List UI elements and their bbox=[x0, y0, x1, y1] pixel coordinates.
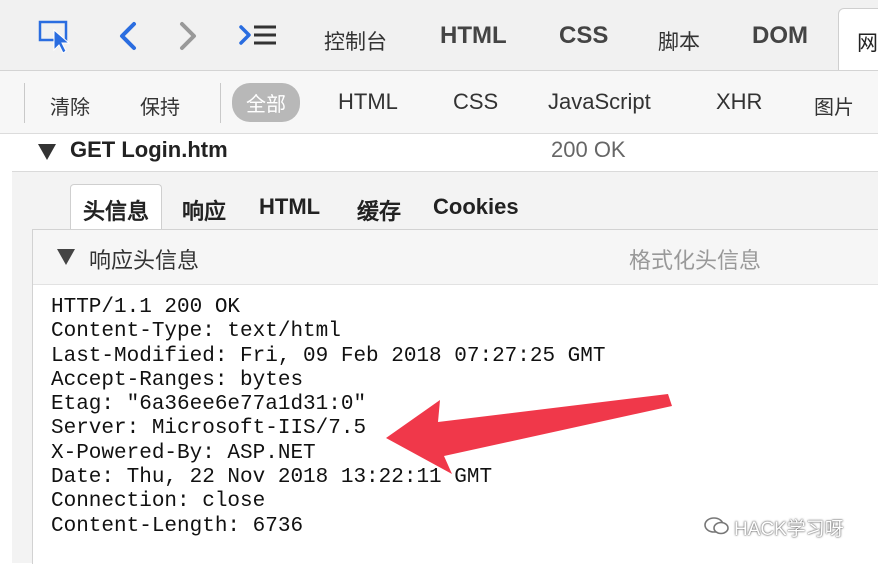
header-line: Content-Type: text/html bbox=[51, 320, 341, 344]
clear-button[interactable]: 清除 bbox=[50, 91, 90, 120]
tab-script[interactable]: 脚本 bbox=[658, 26, 700, 56]
request-status: 200 OK bbox=[551, 137, 626, 162]
wechat-icon bbox=[704, 517, 729, 535]
command-line-icon[interactable] bbox=[236, 16, 276, 56]
separator bbox=[220, 83, 221, 123]
request-row[interactable]: GET Login.htm 200 OK bbox=[0, 134, 878, 170]
tab-response[interactable]: 响应 bbox=[182, 194, 226, 226]
header-line: Content-Length: 6736 bbox=[51, 514, 304, 538]
filter-javascript[interactable]: JavaScript bbox=[548, 89, 651, 115]
tab-headers[interactable]: 头信息 bbox=[70, 184, 163, 230]
response-headers-section[interactable]: 响应头信息 格式化头信息 bbox=[33, 230, 878, 285]
tab-detail-html[interactable]: HTML bbox=[259, 194, 320, 220]
tab-cache[interactable]: 缓存 bbox=[357, 194, 401, 226]
tab-dom[interactable]: DOM bbox=[752, 22, 808, 50]
tab-cookies[interactable]: Cookies bbox=[433, 194, 519, 220]
section-title: 响应头信息 bbox=[89, 248, 200, 273]
request-name: GET Login.htm bbox=[70, 137, 228, 162]
filter-all[interactable]: 全部 bbox=[232, 83, 300, 122]
expand-triangle-icon[interactable] bbox=[38, 144, 56, 160]
format-headers-link[interactable]: 格式化头信息 bbox=[629, 243, 761, 275]
devtools-toolbar: 控制台 HTML CSS 脚本 DOM 网 bbox=[0, 0, 878, 71]
header-line: Last-Modified: Fri, 09 Feb 2018 07:27:25… bbox=[51, 344, 606, 368]
header-line: HTTP/1.1 200 OK bbox=[51, 296, 241, 319]
collapse-triangle-icon[interactable] bbox=[57, 249, 75, 265]
header-line: Connection: close bbox=[51, 490, 266, 514]
back-chevron-icon[interactable] bbox=[110, 16, 150, 56]
filter-xhr[interactable]: XHR bbox=[716, 89, 762, 115]
inspect-element-icon[interactable] bbox=[38, 16, 78, 56]
filter-html[interactable]: HTML bbox=[338, 89, 398, 115]
forward-chevron-icon[interactable] bbox=[168, 16, 208, 56]
tab-css[interactable]: CSS bbox=[559, 22, 608, 50]
persist-button[interactable]: 保持 bbox=[140, 91, 180, 120]
tab-html[interactable]: HTML bbox=[440, 22, 507, 50]
tab-network[interactable]: 网 bbox=[838, 8, 878, 70]
filter-images[interactable]: 图片 bbox=[814, 91, 854, 120]
separator bbox=[24, 83, 25, 123]
filter-css[interactable]: CSS bbox=[453, 89, 498, 115]
tab-console[interactable]: 控制台 bbox=[324, 26, 387, 56]
watermark-text: HACK学习呀 bbox=[734, 519, 844, 540]
network-filter-bar: 清除 保持 全部 HTML CSS JavaScript XHR 图片 bbox=[0, 71, 878, 134]
request-detail-pane: 头信息 响应 HTML 缓存 Cookies 响应头信息 格式化头信息 HTTP… bbox=[12, 171, 878, 564]
red-arrow-annotation bbox=[386, 394, 672, 474]
